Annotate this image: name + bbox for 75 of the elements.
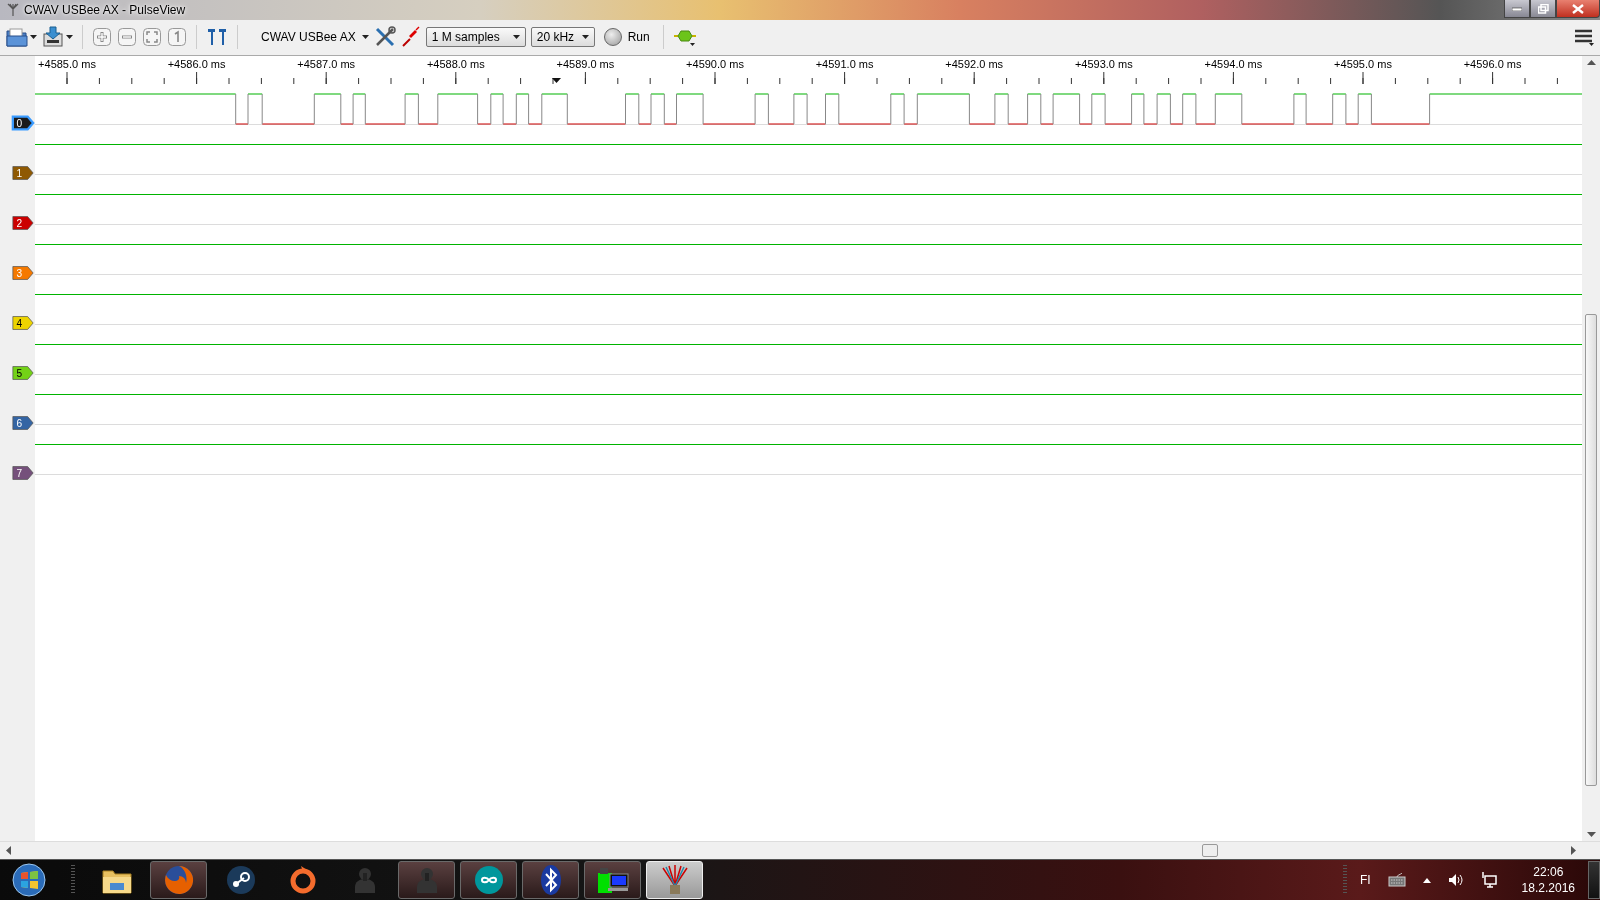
time-label: +4588.0 ms bbox=[426, 57, 485, 70]
computer-icon bbox=[595, 865, 630, 896]
taskbar-button[interactable] bbox=[522, 861, 579, 900]
time-label: +4589.0 ms bbox=[556, 57, 615, 70]
channel-label[interactable]: 4 bbox=[11, 313, 35, 332]
time-label: +4596.0 ms bbox=[1463, 57, 1522, 70]
channel-label[interactable]: 5 bbox=[11, 363, 35, 382]
select-value: 20 kHz bbox=[536, 30, 575, 45]
volume-icon[interactable] bbox=[1447, 873, 1464, 888]
zoom-fit-button[interactable] bbox=[142, 27, 162, 48]
menu-icon[interactable] bbox=[1574, 28, 1594, 47]
time-label: +4587.0 ms bbox=[297, 57, 356, 70]
close-button[interactable] bbox=[1556, 0, 1600, 18]
time-label: +4586.0 ms bbox=[167, 57, 226, 70]
minimize-button[interactable] bbox=[1504, 0, 1530, 18]
time-label: +4595.0 ms bbox=[1334, 57, 1392, 70]
zoom-out-button[interactable] bbox=[117, 27, 137, 48]
app-icon bbox=[6, 3, 20, 17]
dropdown-arrow[interactable] bbox=[66, 35, 73, 40]
taskbar-button[interactable] bbox=[584, 861, 641, 900]
cursor-marker[interactable] bbox=[552, 77, 561, 83]
time-label: +4594.0 ms bbox=[1204, 57, 1263, 70]
infinity-icon bbox=[473, 865, 504, 896]
run-button[interactable]: Run bbox=[599, 28, 654, 47]
device-selector[interactable]: CWAV USBee AX bbox=[247, 30, 360, 45]
scroll-down-arrow[interactable] bbox=[1586, 832, 1596, 838]
sample-count-select[interactable]: 1 M samples bbox=[425, 27, 526, 48]
decoder-button[interactable] bbox=[672, 28, 697, 47]
window-title: CWAV USBee AX - PulseView bbox=[24, 2, 186, 19]
open-button[interactable] bbox=[6, 27, 28, 48]
minimize-icon bbox=[1512, 6, 1522, 11]
tools-icon[interactable] bbox=[373, 26, 396, 49]
clock-time[interactable]: 22:06 bbox=[1533, 864, 1564, 881]
probe-icon[interactable] bbox=[400, 26, 421, 49]
select-value: 1 M samples bbox=[431, 30, 500, 45]
show-desktop-button[interactable] bbox=[1588, 861, 1600, 900]
taskbar-button[interactable] bbox=[460, 861, 517, 900]
channel-label[interactable]: 2 bbox=[11, 213, 35, 232]
sample-rate-select[interactable]: 20 kHz bbox=[530, 27, 595, 48]
scroll-up-arrow[interactable] bbox=[1586, 59, 1596, 65]
close-icon bbox=[1572, 3, 1584, 14]
time-label: +4585.0 ms bbox=[38, 57, 96, 70]
time-label: +4591.0 ms bbox=[815, 57, 874, 70]
horizontal-scrollbar[interactable] bbox=[0, 841, 1600, 860]
scroll-thumb[interactable] bbox=[1202, 844, 1218, 858]
maximize-button[interactable] bbox=[1530, 0, 1556, 18]
time-label: +4593.0 ms bbox=[1074, 57, 1133, 70]
save-button[interactable] bbox=[42, 26, 64, 49]
caret-icon bbox=[512, 35, 520, 40]
zoom-one-to-one-button[interactable] bbox=[167, 27, 187, 48]
scroll-left-arrow[interactable] bbox=[6, 846, 11, 856]
channel-label[interactable]: 1 bbox=[11, 163, 35, 182]
time-label: +4590.0 ms bbox=[686, 57, 744, 70]
fox-globe-icon bbox=[162, 864, 195, 897]
clock-date[interactable]: 18.2.2016 bbox=[1521, 880, 1575, 897]
network-icon[interactable] bbox=[1480, 872, 1497, 889]
keyboard-icon[interactable] bbox=[1387, 873, 1406, 888]
time-label: +4592.0 ms bbox=[945, 57, 1004, 70]
scroll-right-arrow[interactable] bbox=[1571, 846, 1576, 856]
channel-label[interactable]: 6 bbox=[11, 413, 35, 432]
scroll-thumb[interactable] bbox=[1585, 313, 1597, 786]
channel-label[interactable]: 0 bbox=[11, 113, 35, 132]
show-hidden-icons-arrow[interactable] bbox=[1422, 877, 1431, 883]
dropdown-arrow[interactable] bbox=[30, 35, 37, 40]
ring-icon bbox=[288, 865, 317, 896]
cursors-button[interactable] bbox=[206, 27, 228, 48]
caret-icon bbox=[581, 35, 589, 40]
zoom-in-button[interactable] bbox=[92, 27, 112, 48]
language-indicator[interactable]: FI bbox=[1359, 873, 1371, 888]
restore-icon bbox=[1537, 3, 1549, 14]
dropdown-arrow[interactable] bbox=[361, 35, 369, 40]
channel-label[interactable]: 7 bbox=[11, 463, 35, 482]
bluetooth-icon bbox=[539, 864, 562, 897]
vertical-scrollbar[interactable] bbox=[1582, 55, 1600, 842]
circle-link-icon bbox=[225, 865, 256, 896]
